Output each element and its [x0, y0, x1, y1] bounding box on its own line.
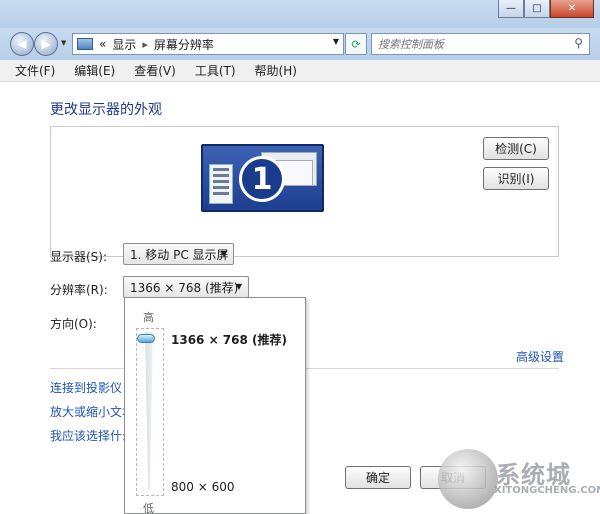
search-icon[interactable]: ⚲	[574, 36, 583, 50]
resolution-slider-popup: 高 1366 × 768 (推荐) 800 × 600 低	[124, 297, 306, 514]
recent-pages-dropdown-icon[interactable]: ▼	[61, 39, 66, 47]
breadcrumb-resolution[interactable]: 屏幕分辨率	[154, 36, 214, 53]
back-button[interactable]: ◀	[10, 32, 34, 56]
menu-tools[interactable]: 工具(T)	[186, 62, 246, 79]
title-bar: — □ ✕	[0, 0, 600, 30]
resolution-select[interactable]: 1366 × 768 (推荐) ▼	[123, 276, 249, 298]
close-button[interactable]: ✕	[550, 0, 594, 18]
detect-button[interactable]: 检测(C)	[483, 137, 549, 160]
resolution-select-value: 1366 × 768 (推荐)	[130, 280, 239, 295]
menu-help[interactable]: 帮助(H)	[246, 62, 307, 79]
text-size-link[interactable]: 放大或缩小文本	[50, 403, 134, 420]
refresh-button[interactable]: ⟳	[345, 33, 367, 55]
menu-file[interactable]: 文件(F)	[6, 62, 65, 79]
window-controls: — □ ✕	[498, 0, 594, 18]
advanced-settings-link[interactable]: 高级设置	[516, 348, 564, 365]
navigation-bar: ◀ ▶ ▼ « 显示 ▸ 屏幕分辨率 ▼ ⟳ ⚲	[0, 28, 600, 60]
forward-arrow-icon: ▶	[41, 37, 51, 51]
breadcrumb-separator-icon[interactable]: ▸	[142, 38, 148, 51]
site-watermark: 系统城 XITONGCHENG.COM	[438, 449, 600, 514]
display-help-link[interactable]: 我应该选择什么	[50, 427, 134, 444]
orientation-label: 方向(O):	[50, 317, 97, 331]
page-title: 更改显示器的外观	[50, 102, 162, 118]
display-label: 显示器(S):	[50, 250, 108, 264]
refresh-icon: ⟳	[351, 37, 361, 51]
watermark-logo-icon	[438, 449, 498, 509]
watermark-subtext: XITONGCHENG.COM	[494, 485, 600, 496]
ok-button[interactable]: 确定	[345, 466, 411, 489]
slider-option-max[interactable]: 1366 × 768 (推荐)	[171, 331, 287, 348]
menu-view[interactable]: 查看(V)	[125, 62, 186, 79]
resolution-label: 分辨率(R):	[50, 283, 108, 297]
menu-bar: 文件(F) 编辑(E) 查看(V) 工具(T) 帮助(H)	[0, 60, 600, 82]
chevron-down-icon: ▼	[220, 249, 227, 258]
slider-option-min[interactable]: 800 × 600	[171, 480, 235, 494]
address-prefix[interactable]: «	[99, 37, 106, 51]
slider-low-label: 低	[143, 502, 154, 514]
monitor-number-badge: 1	[239, 156, 285, 202]
chevron-down-icon: ▼	[235, 282, 242, 291]
control-panel-icon	[77, 38, 93, 50]
maximize-button[interactable]: □	[524, 0, 550, 18]
connect-projector-link[interactable]: 连接到投影仪 (	[50, 379, 131, 396]
monitor-1-thumbnail[interactable]: 1	[201, 144, 324, 212]
breadcrumb-display[interactable]: 显示	[112, 36, 136, 53]
menu-edit[interactable]: 编辑(E)	[65, 62, 125, 79]
address-dropdown-icon[interactable]: ▼	[333, 37, 339, 46]
display-select[interactable]: 1. 移动 PC 显示屏 ▼	[123, 243, 234, 265]
slider-high-label: 高	[143, 311, 154, 324]
minimize-button[interactable]: —	[498, 0, 524, 18]
display-select-value: 1. 移动 PC 显示屏	[130, 247, 229, 262]
forward-button[interactable]: ▶	[34, 32, 58, 56]
desktop-window-icon	[209, 164, 233, 204]
search-input[interactable]	[378, 34, 568, 54]
search-box[interactable]: ⚲	[371, 33, 590, 55]
monitor-panel: 1 检测(C) 识别(I)	[50, 126, 559, 257]
back-arrow-icon: ◀	[17, 37, 27, 51]
address-bar[interactable]: « 显示 ▸ 屏幕分辨率 ▼	[72, 33, 344, 55]
identify-button[interactable]: 识别(I)	[483, 167, 549, 190]
resolution-slider-thumb[interactable]	[137, 334, 155, 343]
